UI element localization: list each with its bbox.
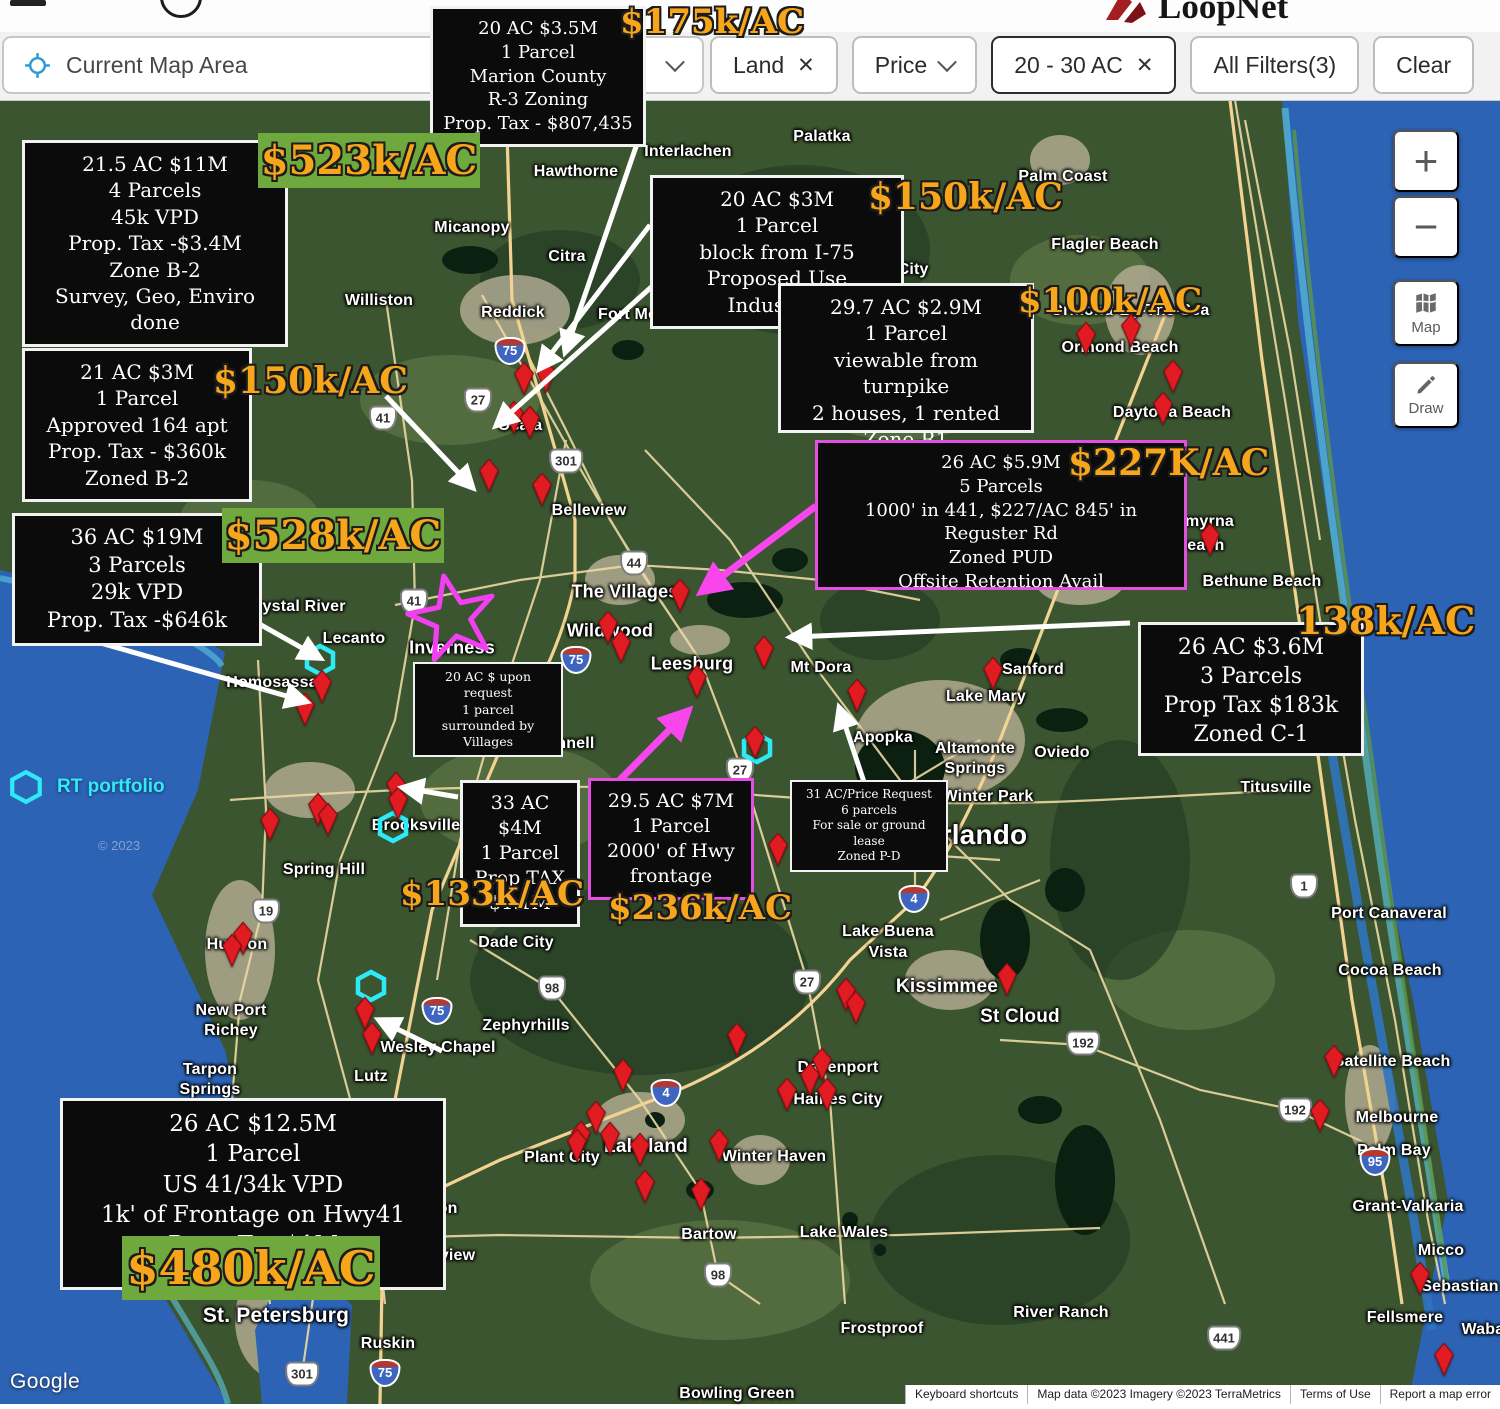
hexagon-icon	[8, 769, 44, 805]
listing-pin[interactable]	[316, 802, 341, 836]
listing-pin[interactable]	[1432, 1342, 1457, 1376]
listing-pin[interactable]	[995, 962, 1020, 996]
search-icon	[160, 0, 202, 18]
close-icon[interactable]: ✕	[1136, 53, 1154, 78]
listing-pin[interactable]	[1322, 1044, 1347, 1078]
listing-pin[interactable]	[1308, 1098, 1333, 1132]
filter-chip-clear[interactable]: Clear	[1373, 36, 1474, 94]
rt-portfolio-label: RT portfolio	[57, 776, 165, 798]
filter-chip-land[interactable]: Land ✕	[710, 36, 838, 94]
menu-icon[interactable]	[10, 0, 46, 6]
search-row: Current Map Area Land ✕ Price 20 - 30 AC ✕ Al…	[0, 32, 1500, 100]
listing-pin[interactable]	[845, 678, 870, 712]
draw-button[interactable]: Draw	[1393, 362, 1459, 428]
chip-label: Price	[875, 52, 927, 79]
filter-chip-20-30-ac[interactable]: 20 - 30 AC ✕	[991, 36, 1176, 94]
listing-pin[interactable]	[565, 1128, 590, 1162]
chip-label: Clear	[1396, 52, 1451, 79]
listing-pin[interactable]	[1151, 391, 1176, 425]
chevron-down-icon	[937, 52, 957, 72]
search-value: Current Map Area	[66, 52, 248, 79]
listing-pin[interactable]	[609, 629, 634, 663]
zoom-in-button[interactable]: +	[1393, 130, 1459, 192]
filter-chip-row: Land ✕ Price 20 - 30 AC ✕ All Filters(3) Clear	[710, 36, 1474, 94]
search-input[interactable]: Current Map Area	[2, 36, 704, 94]
listing-pin[interactable]	[775, 1077, 800, 1111]
listing-pin[interactable]	[220, 933, 245, 967]
pencil-icon	[1414, 373, 1438, 397]
keyboard-shortcuts-link[interactable]: Keyboard shortcuts	[905, 1385, 1027, 1404]
map-data-text: Map data ©2023 Imagery ©2023 TerraMetric…	[1027, 1385, 1290, 1404]
listing-pin[interactable]	[725, 1022, 750, 1056]
page-chrome-strip: LoopNet	[0, 0, 1500, 32]
listing-pin[interactable]	[611, 1058, 636, 1092]
plus-icon: +	[1414, 137, 1439, 185]
terms-of-use-link[interactable]: Terms of Use	[1290, 1385, 1380, 1404]
map-attribution-bar: Keyboard shortcuts Map data ©2023 Imager…	[905, 1385, 1500, 1404]
rt-portfolio-legend: RT portfolio	[8, 769, 165, 805]
report-map-error-link[interactable]: Report a map error	[1380, 1385, 1500, 1404]
listing-pin[interactable]	[844, 990, 869, 1024]
chip-label: Land	[733, 52, 784, 79]
loopnet-logo-text: LoopNet	[1158, 0, 1288, 27]
listing-pin[interactable]	[815, 1077, 840, 1111]
listing-pin[interactable]	[981, 656, 1006, 690]
listing-pin[interactable]	[685, 664, 710, 698]
map-button-label: Map	[1411, 319, 1440, 336]
filter-chip-all-filters-3[interactable]: All Filters(3)	[1190, 36, 1359, 94]
listing-pin[interactable]	[1198, 522, 1223, 556]
listing-pin[interactable]	[598, 1121, 623, 1155]
imagery-copyright: © 2023	[98, 838, 140, 853]
listing-pin[interactable]	[743, 725, 768, 759]
zoom-out-button[interactable]: −	[1393, 196, 1459, 258]
listing-pin[interactable]	[534, 359, 559, 393]
top-bar: LoopNet Current Map Area Land ✕ Price 20 - …	[0, 0, 1500, 101]
listing-pin[interactable]	[1408, 1261, 1433, 1295]
listing-pin[interactable]	[477, 458, 502, 492]
listing-pin[interactable]	[628, 1132, 653, 1166]
listing-pin[interactable]	[1074, 321, 1099, 355]
listing-pin[interactable]	[360, 1021, 385, 1055]
listing-pin[interactable]	[1119, 313, 1144, 347]
map-icon	[1413, 290, 1439, 316]
minus-icon: −	[1414, 203, 1439, 251]
chevron-down-icon[interactable]	[665, 52, 685, 72]
loopnet-logo[interactable]: LoopNet	[1102, 0, 1288, 30]
filter-chip-price[interactable]: Price	[852, 36, 977, 94]
listing-pin[interactable]	[633, 1169, 658, 1203]
google-logo: Google	[10, 1370, 80, 1394]
listing-pin[interactable]	[1161, 359, 1186, 393]
close-icon[interactable]: ✕	[797, 53, 815, 78]
draw-button-label: Draw	[1408, 400, 1443, 417]
listing-pin[interactable]	[707, 1128, 732, 1162]
chip-label: All Filters(3)	[1213, 52, 1336, 79]
listing-pin[interactable]	[293, 692, 318, 726]
loopnet-logo-icon	[1102, 0, 1148, 25]
chip-label: 20 - 30 AC	[1014, 52, 1123, 79]
listing-pin[interactable]	[668, 578, 693, 612]
listing-pin[interactable]	[386, 786, 411, 820]
map-type-button[interactable]: Map	[1393, 280, 1459, 346]
listing-pin[interactable]	[518, 405, 543, 439]
listing-pin[interactable]	[258, 807, 283, 841]
listing-pin[interactable]	[752, 635, 777, 669]
listing-pin[interactable]	[530, 472, 555, 506]
listing-pin[interactable]	[689, 1177, 714, 1211]
current-location-icon	[24, 52, 51, 79]
listing-pin[interactable]	[766, 832, 791, 866]
